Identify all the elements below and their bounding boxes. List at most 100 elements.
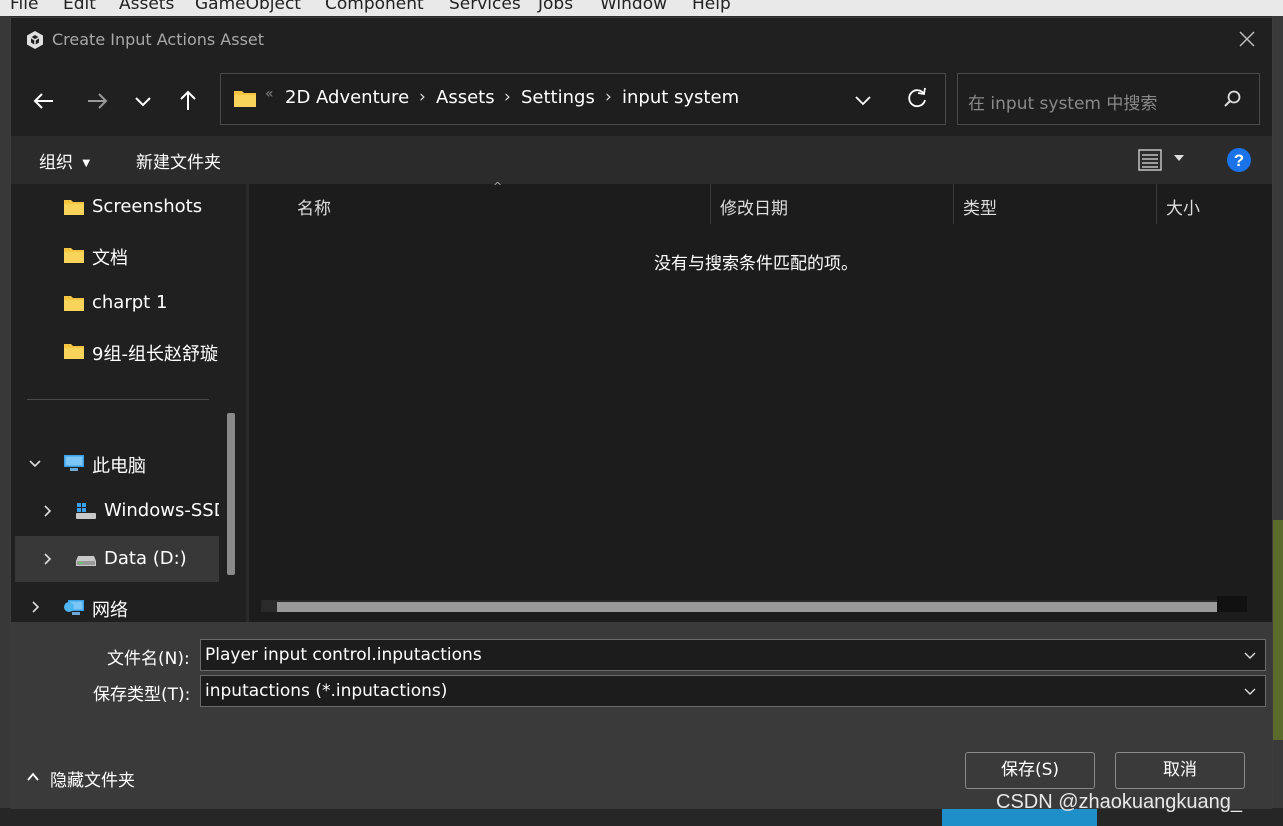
chevron-down-icon[interactable]	[27, 455, 43, 471]
recent-locations-chevron-icon[interactable]	[128, 86, 158, 116]
folder-icon	[64, 248, 84, 263]
sidebar-item-group-9[interactable]: 9组-组长赵舒璇	[15, 328, 219, 374]
drive-icon	[76, 556, 96, 566]
column-divider[interactable]	[953, 184, 954, 224]
scene-view-fragment	[1272, 520, 1283, 740]
sidebar-item-label: 网络	[92, 600, 128, 621]
folder-icon	[234, 91, 256, 107]
filetype-label: 保存类型(T):	[93, 685, 191, 705]
dialog-title: Create Input Actions Asset	[52, 30, 265, 49]
sidebar-item-label: Windows-SSD	[104, 500, 219, 521]
breadcrumb-input-system[interactable]: input system	[622, 87, 739, 108]
windows-drive-icon	[76, 503, 96, 519]
menu-gameobject[interactable]: GameObject	[195, 0, 301, 14]
column-header-size[interactable]: 大小	[1166, 194, 1200, 219]
back-arrow-icon[interactable]	[29, 86, 59, 116]
search-box[interactable]: 在 input system 中搜索	[957, 73, 1260, 125]
csdn-watermark: CSDN @zhaokuangkuang_	[996, 791, 1243, 813]
sidebar-item-windows-ssd[interactable]: Windows-SSD	[15, 488, 219, 534]
filetype-value: inputactions (*.inputactions)	[205, 681, 448, 701]
filename-value: Player input control.inputactions	[205, 645, 482, 665]
close-icon[interactable]	[1236, 28, 1258, 50]
dialog-titlebar: Create Input Actions Asset	[11, 18, 1272, 62]
sidebar-item-label: Screenshots	[92, 196, 203, 217]
sidebar-item-charpt-1[interactable]: charpt 1	[15, 280, 219, 326]
forward-arrow-icon[interactable]	[82, 86, 112, 116]
chevron-up-icon	[27, 772, 39, 781]
folder-icon	[64, 296, 84, 311]
breadcrumb-2d-adventure[interactable]: 2D Adventure	[285, 87, 409, 108]
filename-input[interactable]: Player input control.inputactions	[200, 639, 1266, 671]
sidebar-scrollbar[interactable]	[227, 413, 235, 575]
column-divider[interactable]	[1156, 184, 1157, 224]
menu-file[interactable]: File	[10, 0, 38, 14]
refresh-icon[interactable]	[904, 86, 930, 112]
column-header-date-modified[interactable]: 修改日期	[720, 194, 788, 219]
column-header-name[interactable]: 名称	[297, 194, 331, 219]
sidebar-item-screenshots[interactable]: Screenshots	[15, 184, 219, 230]
search-icon[interactable]	[1223, 89, 1243, 109]
computer-icon	[64, 455, 84, 471]
editor-menubar: File Edit Assets GameObject Component Se…	[0, 0, 1283, 16]
breadcrumb-separator[interactable]: ›	[504, 87, 511, 107]
save-button[interactable]: 保存(S)	[965, 752, 1095, 789]
sidebar-item-label: 此电脑	[92, 456, 146, 477]
sidebar-item-this-pc[interactable]: 此电脑	[15, 440, 219, 486]
filetype-select[interactable]: inputactions (*.inputactions)	[200, 675, 1266, 707]
search-placeholder: 在 input system 中搜索	[968, 94, 1158, 114]
chevron-right-icon[interactable]	[27, 599, 43, 615]
breadcrumb-separator[interactable]: ›	[419, 87, 426, 107]
empty-results-message: 没有与搜索条件匹配的项。	[654, 254, 858, 274]
unity-icon	[27, 31, 43, 49]
breadcrumb-overflow[interactable]: «	[265, 86, 274, 102]
chevron-right-icon[interactable]	[39, 551, 55, 567]
sort-ascending-icon: ^	[493, 180, 503, 193]
organize-label: 组织	[39, 153, 73, 173]
help-icon[interactable]: ?	[1226, 147, 1252, 173]
sidebar-item-label: 文档	[92, 248, 128, 269]
folder-icon	[64, 200, 84, 215]
up-arrow-icon[interactable]	[173, 86, 203, 116]
horizontal-scrollbar-thumb[interactable]	[277, 602, 1217, 612]
breadcrumb-separator[interactable]: ›	[605, 87, 612, 107]
menu-help[interactable]: Help	[692, 0, 731, 14]
sidebar-item-label: Data (D:)	[104, 548, 187, 569]
sidebar-item-label: 9组-组长赵舒璇	[92, 344, 218, 365]
file-list-pane: ^ 名称 修改日期 类型 大小 没有与搜索条件匹配的项。	[249, 180, 1272, 622]
cancel-button[interactable]: 取消	[1115, 752, 1245, 789]
network-icon	[64, 600, 84, 615]
new-folder-button[interactable]: 新建文件夹	[136, 148, 221, 173]
column-divider[interactable]	[710, 184, 711, 224]
menu-edit[interactable]: Edit	[63, 0, 96, 14]
save-file-dialog: Create Input Actions Asset « 2D Adventur…	[10, 17, 1273, 809]
svg-text:?: ?	[1234, 151, 1244, 170]
caret-down-icon: ▼	[82, 157, 91, 169]
address-dropdown-chevron-icon[interactable]	[851, 88, 875, 112]
hide-folders-label: 隐藏文件夹	[50, 771, 135, 791]
organize-menu-button[interactable]: 组织 ▼	[39, 148, 90, 173]
menu-jobs[interactable]: Jobs	[538, 0, 573, 14]
chevron-right-icon[interactable]	[39, 503, 55, 519]
sidebar-divider	[27, 399, 209, 400]
scrollbar-corner	[1217, 596, 1247, 612]
menu-component[interactable]: Component	[325, 0, 424, 14]
menu-assets[interactable]: Assets	[119, 0, 174, 14]
menu-services[interactable]: Services	[449, 0, 521, 14]
view-list-icon[interactable]	[1137, 148, 1163, 172]
column-header-type[interactable]: 类型	[963, 194, 997, 219]
breadcrumb-assets[interactable]: Assets	[436, 87, 495, 108]
navigation-bar: « 2D Adventure › Assets › Settings › inp…	[11, 62, 1272, 136]
chevron-down-icon[interactable]	[1243, 685, 1257, 699]
editor-background-left	[0, 16, 10, 826]
command-toolbar: 组织 ▼ 新建文件夹 ?	[11, 136, 1272, 184]
chevron-down-icon[interactable]	[1243, 649, 1257, 663]
sidebar-item-label: charpt 1	[92, 292, 168, 313]
view-options-caret-icon[interactable]	[1171, 150, 1187, 166]
breadcrumb-settings[interactable]: Settings	[521, 87, 595, 108]
menu-window[interactable]: Window	[600, 0, 667, 14]
filename-label: 文件名(N):	[107, 649, 190, 669]
sidebar-item-documents[interactable]: 文档	[15, 232, 219, 278]
address-bar[interactable]: « 2D Adventure › Assets › Settings › inp…	[220, 73, 946, 125]
navigation-pane: Screenshots 文档 charpt 1 9组-组长赵舒璇 此电脑 Win…	[11, 184, 243, 622]
sidebar-item-data-d[interactable]: Data (D:)	[15, 536, 219, 582]
